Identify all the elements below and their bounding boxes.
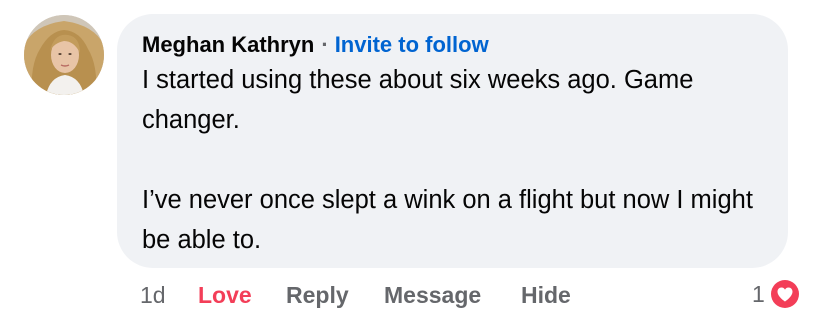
- message-button[interactable]: Message: [384, 280, 481, 310]
- heart-reaction-badge: [767, 277, 802, 311]
- heart-icon: [770, 280, 799, 308]
- reaction-count: 1: [752, 281, 765, 307]
- separator-dot: ·: [321, 32, 329, 57]
- invite-to-follow-link[interactable]: Invite to follow: [335, 32, 489, 57]
- comment-text: I started using these about six weeks ag…: [142, 60, 772, 260]
- comment-bubble: Meghan Kathryn · Invite to follow I starte…: [117, 14, 788, 268]
- comment-header: Meghan Kathryn · Invite to follow: [142, 31, 489, 59]
- reaction-summary[interactable]: 1: [752, 276, 802, 312]
- hide-button[interactable]: Hide: [521, 280, 571, 310]
- author-name[interactable]: Meghan Kathryn: [142, 32, 314, 57]
- comment-paragraph-2: I’ve never once slept a wink on a flight…: [142, 186, 753, 254]
- love-button[interactable]: Love: [198, 280, 252, 310]
- avatar[interactable]: [24, 15, 104, 95]
- comment-paragraph-1: I started using these about six weeks ag…: [142, 66, 694, 134]
- comment-timestamp[interactable]: 1d: [140, 280, 166, 310]
- reply-button[interactable]: Reply: [286, 280, 349, 310]
- profile-photo-icon: [24, 15, 104, 95]
